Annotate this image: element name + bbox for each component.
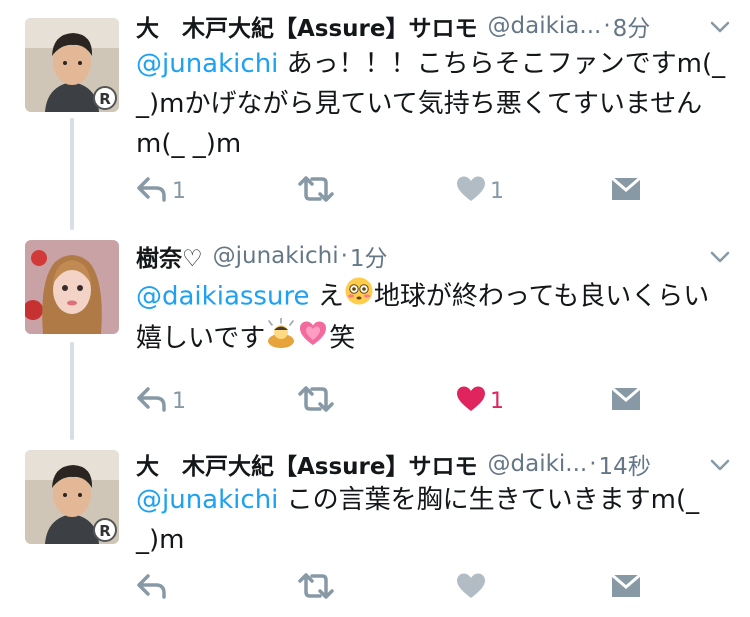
- reply-icon: [136, 573, 168, 603]
- chevron-down-icon[interactable]: [710, 452, 730, 478]
- tweet-text: @daikiassure え地球が終わっても良いくらい嬉しいです笑: [136, 276, 726, 360]
- separator-dot: ·: [589, 451, 597, 477]
- reply-button[interactable]: 1: [136, 171, 186, 211]
- tweet[interactable]: R 大 木戸大紀【Assure】サロモ @daiki... · 14秒 @jun…: [0, 440, 750, 617]
- svg-text:R: R: [99, 90, 111, 108]
- tweet[interactable]: 樹奈♡ @junakichi · 1分 @daikiassure え地球が終わっ…: [0, 230, 750, 440]
- like-count: 1: [490, 388, 504, 414]
- like-icon: [456, 572, 486, 604]
- tweet[interactable]: R 大 木戸大紀【Assure】サロモ @daikia... · 8分 @jun…: [0, 0, 750, 222]
- retweet-icon: [296, 175, 336, 207]
- tweet-text: @junakichi この言葉を胸に生きていきますm(_ _)m: [136, 480, 726, 560]
- direct-message-button[interactable]: [611, 381, 641, 421]
- tweet-text-part: え: [309, 281, 344, 312]
- tweet-text-part: 笑: [329, 323, 356, 354]
- tweet-text: @junakichi あっ！！！こちらそこファンですm(_ _)mかげながら見て…: [136, 44, 726, 164]
- retweet-button[interactable]: [296, 568, 340, 608]
- dm-icon: [611, 176, 641, 205]
- mention-link[interactable]: @junakichi: [136, 49, 278, 79]
- tweet-header: 樹奈♡ @junakichi · 1分: [136, 236, 730, 276]
- dm-icon: [611, 573, 641, 602]
- svg-text:R: R: [99, 522, 111, 540]
- reply-icon: [136, 386, 168, 416]
- like-icon: [456, 385, 486, 417]
- reply-button[interactable]: [136, 568, 172, 608]
- display-name[interactable]: 大 木戸大紀【Assure】サロモ: [136, 9, 478, 43]
- username[interactable]: @daiki...: [488, 451, 588, 477]
- mention-link[interactable]: @junakichi: [136, 485, 278, 515]
- like-button[interactable]: 1: [456, 171, 504, 211]
- like-button[interactable]: [456, 568, 490, 608]
- mention-link[interactable]: @daikiassure: [136, 282, 310, 312]
- bowing-person-emoji: [265, 317, 297, 360]
- tweet-actions: 1 1: [136, 381, 656, 421]
- display-name[interactable]: 大 木戸大紀【Assure】サロモ: [136, 447, 478, 481]
- like-count: 1: [490, 178, 504, 204]
- separator-dot: ·: [603, 13, 611, 39]
- avatar[interactable]: R: [25, 450, 119, 544]
- like-icon: [456, 175, 486, 207]
- retweet-icon: [296, 385, 336, 417]
- dm-icon: [611, 386, 641, 415]
- reply-count: 1: [172, 388, 186, 414]
- tweet-actions: 1 1: [136, 171, 656, 211]
- username[interactable]: @daikia...: [488, 13, 602, 39]
- flushed-face-emoji: [344, 276, 374, 318]
- timestamp[interactable]: 1分: [350, 239, 388, 273]
- timestamp[interactable]: 14秒: [599, 447, 651, 481]
- tweet-header: 大 木戸大紀【Assure】サロモ @daiki... · 14秒: [136, 444, 730, 484]
- retweet-button[interactable]: [296, 171, 340, 211]
- reply-button[interactable]: 1: [136, 381, 186, 421]
- retweet-button[interactable]: [296, 381, 340, 421]
- growing-heart-emoji: [297, 318, 329, 360]
- retweet-icon: [296, 572, 336, 604]
- timestamp[interactable]: 8分: [613, 9, 651, 43]
- chevron-down-icon[interactable]: [710, 14, 730, 40]
- avatar[interactable]: [25, 240, 119, 334]
- direct-message-button[interactable]: [611, 171, 641, 211]
- like-button[interactable]: 1: [456, 381, 504, 421]
- avatar[interactable]: R: [25, 18, 119, 112]
- reply-icon: [136, 176, 168, 206]
- display-name[interactable]: 樹奈♡: [136, 239, 203, 273]
- tweet-header: 大 木戸大紀【Assure】サロモ @daikia... · 8分: [136, 6, 730, 46]
- username[interactable]: @junakichi: [213, 243, 339, 269]
- direct-message-button[interactable]: [611, 568, 641, 608]
- tweet-actions: [136, 568, 656, 608]
- separator-dot: ·: [340, 243, 348, 269]
- chevron-down-icon[interactable]: [710, 244, 730, 270]
- reply-count: 1: [172, 178, 186, 204]
